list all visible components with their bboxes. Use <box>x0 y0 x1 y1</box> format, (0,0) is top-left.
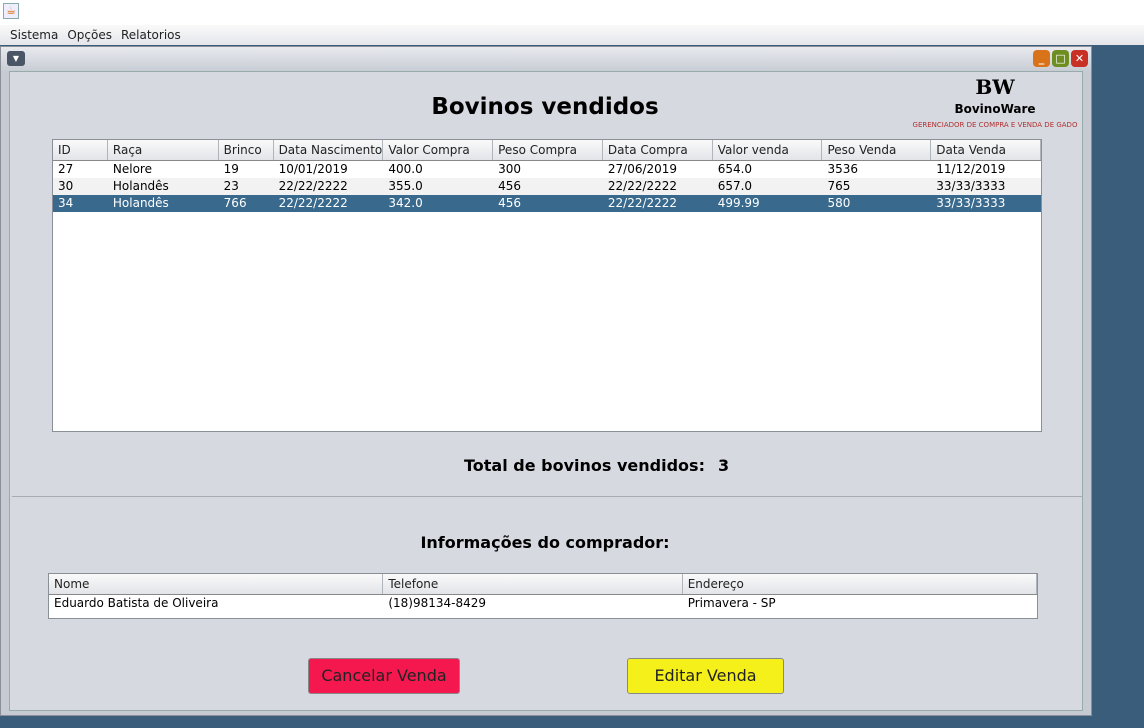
table-cell: 456 <box>498 179 522 193</box>
table-header: ID Raça Brinco Data Nascimento Valor Compra P… <box>53 140 1041 161</box>
buyer-heading: Informações do comprador: <box>420 533 670 552</box>
edit-sale-button[interactable]: Editar Venda <box>627 658 784 694</box>
column-header[interactable]: Valor venda <box>713 140 823 160</box>
menu-relatorios[interactable]: Relatorios <box>121 28 181 42</box>
minimize-icon[interactable]: _ <box>1033 50 1050 67</box>
cattle-table[interactable]: ID Raça Brinco Data Nascimento Valor Compra P… <box>52 139 1042 432</box>
table-cell: 400.0 <box>388 162 423 176</box>
logo: BW BovinoWare GERENCIADOR DE COMPRA E VE… <box>905 75 1085 129</box>
table-cell: 22/22/2222 <box>607 179 678 193</box>
table-cell: 456 <box>498 196 522 210</box>
menu-sistema[interactable]: Sistema <box>10 28 58 42</box>
table-cell: 27/06/2019 <box>607 162 678 176</box>
table-cell: Eduardo Batista de Oliveira <box>54 596 219 610</box>
table-cell: 766 <box>223 196 247 210</box>
table-cell: 765 <box>827 179 851 193</box>
java-app-icon: ☕ <box>3 3 19 19</box>
frame-titlebar[interactable]: ▼ _ □ ✕ <box>1 47 1091 71</box>
maximize-icon[interactable]: □ <box>1052 50 1069 67</box>
buyer-table[interactable]: Nome Telefone Endereço Eduardo Batista de … <box>48 573 1038 619</box>
system-menu-icon[interactable]: ▼ <box>7 51 25 66</box>
logo-name: BovinoWare <box>954 102 1036 116</box>
column-header[interactable]: Brinco <box>219 140 274 160</box>
menu-bar: Sistema Opções Relatorios <box>0 25 1144 45</box>
column-header[interactable]: Data Venda <box>931 140 1041 160</box>
app-titlebar: ☕ <box>0 0 1144 25</box>
table-row[interactable]: Eduardo Batista de Oliveira (18)98134-842… <box>49 595 1037 612</box>
column-header[interactable]: Valor Compra <box>383 140 494 160</box>
table-row[interactable]: 27 Nelore 19 10/01/2019 400.0 300 27/06/2019 65… <box>53 161 1041 178</box>
column-header[interactable]: Raça <box>108 140 219 160</box>
table-cell: 654.0 <box>717 162 753 176</box>
column-header[interactable]: Endereço <box>683 574 1037 594</box>
column-header[interactable]: ID <box>53 140 108 160</box>
table-cell: 22/22/2222 <box>607 196 678 210</box>
table-cell: Primavera - SP <box>687 596 776 610</box>
table-cell: 300 <box>498 162 522 176</box>
column-header[interactable]: Data Nascimento <box>274 140 384 160</box>
table-cell: 23 <box>223 179 239 193</box>
table-cell: 33/33/3333 <box>936 179 1006 193</box>
table-cell: 30 <box>58 179 74 193</box>
table-cell: 22/22/2222 <box>278 179 348 193</box>
table-cell: 580 <box>827 196 851 210</box>
table-cell: 34 <box>58 196 74 210</box>
logo-mark: BW <box>975 75 1015 99</box>
table-cell: (18)98134-8429 <box>388 596 487 610</box>
column-header[interactable]: Telefone <box>383 574 683 594</box>
column-header[interactable]: Peso Compra <box>493 140 603 160</box>
table-cell: 33/33/3333 <box>936 196 1006 210</box>
column-header[interactable]: Data Compra <box>603 140 713 160</box>
table-header: Nome Telefone Endereço <box>49 574 1037 595</box>
total-label: Total de bovinos vendidos: <box>464 456 705 475</box>
logo-tagline: GERENCIADOR DE COMPRA E VENDA DE GADO <box>912 121 1078 129</box>
cancel-sale-button[interactable]: Cancelar Venda <box>308 658 460 694</box>
table-cell: Holandês <box>112 196 169 210</box>
table-cell: 27 <box>58 162 74 176</box>
close-icon[interactable]: ✕ <box>1071 50 1088 67</box>
table-cell: Holandês <box>112 179 169 193</box>
table-cell: 3536 <box>827 162 859 176</box>
column-header[interactable]: Peso Venda <box>822 140 932 160</box>
table-cell: 19 <box>223 162 239 176</box>
table-cell: 342.0 <box>388 196 423 210</box>
table-cell: 10/01/2019 <box>278 162 348 176</box>
table-row[interactable]: 30 Holandês 23 22/22/2222 355.0 456 22/22/2222… <box>53 178 1041 195</box>
table-cell: 499.99 <box>717 196 760 210</box>
table-cell: Nelore <box>112 162 152 176</box>
separator <box>12 496 1082 497</box>
column-header[interactable]: Nome <box>49 574 384 594</box>
table-cell: 657.0 <box>717 179 753 193</box>
total-value: 3 <box>718 456 730 475</box>
table-row[interactable]: 34 Holandês 766 22/22/2222 342.0 456 22/22/222… <box>53 195 1041 212</box>
table-cell: 22/22/2222 <box>278 196 348 210</box>
table-cell: 355.0 <box>388 179 423 193</box>
menu-opcoes[interactable]: Opções <box>67 28 112 42</box>
table-cell: 11/12/2019 <box>936 162 1006 176</box>
